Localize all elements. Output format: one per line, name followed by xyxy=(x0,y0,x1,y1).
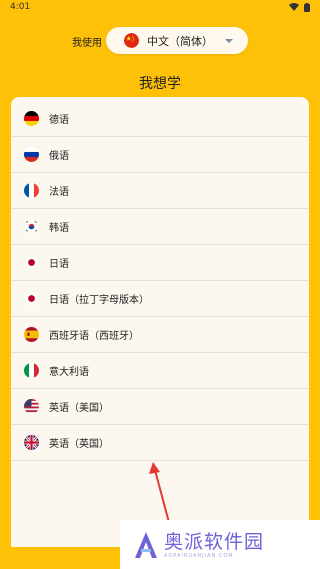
list-item-label: 意大利语 xyxy=(49,367,89,378)
watermark: 奥派软件园 AOPAIRUANJIAN.COM xyxy=(120,520,320,569)
wifi-icon xyxy=(289,3,299,11)
list-item-label: 西班牙语（西班牙） xyxy=(49,331,139,342)
list-item-label: 韩语 xyxy=(49,223,69,234)
watermark-title: 奥派软件园 xyxy=(164,530,265,553)
usa-flag-icon xyxy=(24,399,39,414)
list-item-italian[interactable]: 意大利语 xyxy=(11,353,309,389)
france-flag-icon xyxy=(24,183,39,198)
chevron-down-icon xyxy=(225,38,233,43)
korea-flag-icon xyxy=(24,219,39,234)
native-language-dropdown[interactable]: 中文（简体） xyxy=(106,27,248,54)
list-item-label: 英语（英国） xyxy=(49,439,109,450)
list-item-japanese-latin[interactable]: 日语（拉丁字母版本） xyxy=(11,281,309,317)
japan-flag-icon xyxy=(24,255,39,270)
china-flag-icon xyxy=(124,33,139,48)
list-item-label: 德语 xyxy=(49,115,69,126)
list-item-english-us[interactable]: 英语（美国） xyxy=(11,389,309,425)
uk-flag-icon xyxy=(24,435,39,450)
status-icons xyxy=(289,2,310,12)
russia-flag-icon xyxy=(24,147,39,162)
native-language-value: 中文（简体） xyxy=(147,34,213,48)
native-language-row: 我使用 中文（简体） xyxy=(0,27,320,55)
page-title: 我想学 xyxy=(139,76,181,92)
italy-flag-icon xyxy=(24,363,39,378)
list-item-label: 英语（美国） xyxy=(49,403,109,414)
list-item-japanese[interactable]: 日语 xyxy=(11,245,309,281)
list-item-russian[interactable]: 俄语 xyxy=(11,137,309,173)
status-bar: 4:01 xyxy=(0,0,320,14)
list-item-french[interactable]: 法语 xyxy=(11,173,309,209)
list-item-label: 日语 xyxy=(49,259,69,270)
list-item-korean[interactable]: 韩语 xyxy=(11,209,309,245)
native-language-label: 我使用 xyxy=(72,38,102,49)
battery-icon xyxy=(304,2,310,12)
watermark-text: 奥派软件园 AOPAIRUANJIAN.COM xyxy=(164,531,264,559)
list-item-label: 法语 xyxy=(49,187,69,198)
japan-flag-icon xyxy=(24,291,39,306)
watermark-logo-icon xyxy=(135,531,157,558)
status-time: 4:01 xyxy=(10,2,31,12)
germany-flag-icon xyxy=(24,111,39,126)
list-item-english-uk[interactable]: 英语（英国） xyxy=(11,425,309,461)
watermark-subtitle: AOPAIRUANJIAN.COM xyxy=(164,552,234,559)
list-item-label: 俄语 xyxy=(49,151,69,162)
list-item-label: 日语（拉丁字母版本） xyxy=(49,295,149,306)
list-item-spanish[interactable]: 西班牙语（西班牙） xyxy=(11,317,309,353)
list-item-german[interactable]: 德语 xyxy=(11,101,309,137)
spain-flag-icon xyxy=(24,327,39,342)
